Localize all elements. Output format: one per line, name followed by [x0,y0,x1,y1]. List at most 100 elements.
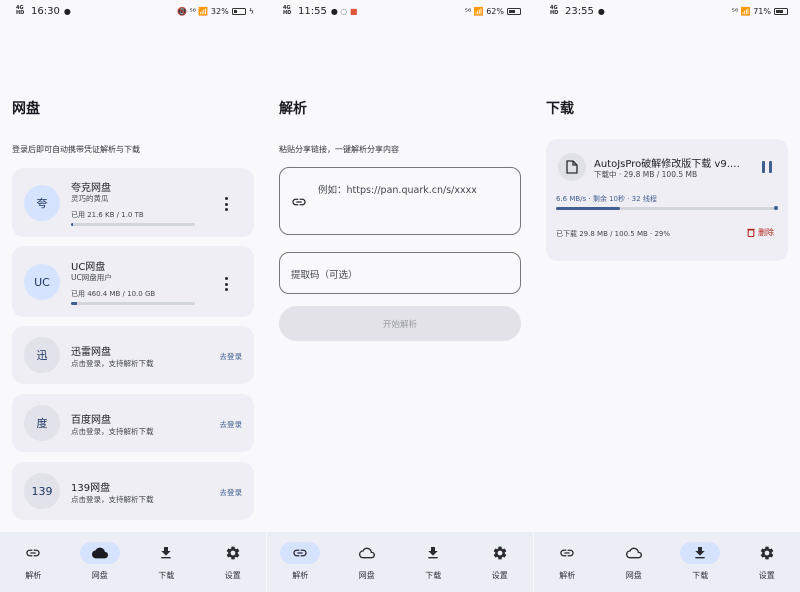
download-file-name: AutoJsPro破解修改版下载 v9.3.11 [594,159,746,170]
drive-card-baidu[interactable]: 度 百度网盘 点击登录，支持解析下载 去登录 [12,394,254,452]
cloud-icon [614,542,654,564]
drive-card-quark[interactable]: 夸 夸克网盘 灵巧的黄瓜 已用 21.6 KB / 1.0 TB [12,168,254,237]
nav-label: 解析 [292,571,309,580]
nav-label: 网盘 [358,571,375,580]
cloud-icon [347,542,387,564]
nav-item-link[interactable]: 解析 [534,532,601,592]
download-stats: 6.6 MB/s · 剩余 10秒 · 32 线程 [556,195,657,203]
cloud-icon [79,542,120,564]
page-title: 网盘 [12,101,40,117]
nav-item-download[interactable]: 下载 [133,532,200,592]
battery-icon [774,7,788,15]
drive-hint: 点击登录，支持解析下载 [71,427,154,436]
avatar: UC [24,264,60,300]
download-summary: 已下载 29.8 MB / 100.5 MB · 29% [556,230,671,238]
usage-bar [71,302,195,305]
network-indicator: 4G HD [16,5,25,16]
status-right: 📵 ⁵⁶ 📶 32% ϟ [177,7,254,16]
trash-icon [747,228,755,237]
nav-item-link[interactable]: 解析 [0,532,67,592]
drive-name: UC网盘 [71,262,106,273]
share-link-input[interactable]: 例如：https://pan.quark.cn/s/xxxx [279,167,521,235]
status-signal-text: 📵 ⁵⁶ 📶 32% [176,6,229,16]
battery-icon [507,7,521,15]
nav-label: 下载 [158,571,175,580]
drive-account: 灵巧的黄瓜 [71,194,109,203]
nav-label: 下载 [692,571,709,580]
more-options-icon[interactable] [222,276,230,292]
status-time: 11:55 [298,5,327,17]
drive-card-139[interactable]: 139 139网盘 点击登录，支持解析下载 去登录 [12,462,254,520]
link-icon [292,198,306,206]
notification-icon: ● [63,6,71,16]
gear-icon [480,542,520,564]
extract-code-placeholder: 提取码（可选） [291,270,358,281]
nav-label: 解析 [25,571,42,580]
nav-item-gear[interactable]: 设置 [200,532,267,592]
download-icon [146,542,186,564]
delete-label: 删除 [758,228,774,237]
gear-icon [747,542,787,564]
login-link[interactable]: 去登录 [220,487,243,498]
drive-name: 139网盘 [71,483,111,494]
nav-item-cloud[interactable]: 网盘 [601,532,668,592]
drive-screen: 4G HD 16:30 ● 📵 ⁵⁶ 📶 32% ϟ 网盘 登录后即可自动携带凭证… [0,0,266,592]
notification-icon: ● [597,6,605,16]
page-title: 解析 [279,101,307,117]
bottom-nav: 解析 网盘 下载 设置 [0,532,266,592]
drive-name: 百度网盘 [71,415,111,426]
extract-code-input[interactable]: 提取码（可选） [279,252,521,294]
login-link[interactable]: 去登录 [220,419,243,430]
bottom-nav: 解析 网盘 下载 设置 [534,532,800,592]
nav-label: 下载 [425,571,442,580]
nav-item-gear[interactable]: 设置 [734,532,800,592]
nav-item-download[interactable]: 下载 [667,532,734,592]
status-bar: 4G HD 23:55 ● ⁵⁶ 📶 71% [534,0,800,22]
drive-card-uc[interactable]: UC UC网盘 UC网盘用户 已用 460.4 MB / 10.0 GB [12,246,254,317]
gear-icon [213,542,253,564]
download-icon [413,542,453,564]
nav-label: 解析 [559,571,576,580]
start-parse-button[interactable]: 开始解析 [279,306,521,341]
login-link[interactable]: 去登录 [220,351,243,362]
charging-icon: ϟ [248,6,254,16]
nav-label: 设置 [758,571,775,580]
pause-icon[interactable] [762,161,772,173]
notification-icon: ● ◌ ■ [330,6,358,16]
nav-item-cloud[interactable]: 网盘 [67,532,134,592]
status-signal-text: ⁵⁶ 📶 71% [731,6,771,16]
drive-name: 夸克网盘 [71,183,111,194]
nav-label: 网盘 [625,571,642,580]
status-signal-text: ⁵⁶ 📶 62% [464,6,504,16]
bottom-nav: 解析 网盘 下载 设置 [267,532,533,592]
download-task-card[interactable]: AutoJsPro破解修改版下载 v9.3.11 下载中 · 29.8 MB /… [546,139,788,261]
drive-card-xunlei[interactable]: 迅 迅雷网盘 点击登录，支持解析下载 去登录 [12,326,254,384]
status-bar: 4G HD 11:55 ● ◌ ■ ⁵⁶ 📶 62% [267,0,533,22]
status-right: ⁵⁶ 📶 71% [732,7,788,16]
more-options-icon[interactable] [222,196,230,212]
download-icon [680,542,721,564]
avatar: 迅 [24,337,60,373]
avatar: 夸 [24,185,60,221]
status-time: 23:55 [565,5,594,17]
nav-item-link[interactable]: 解析 [267,532,334,592]
share-link-placeholder: 例如：https://pan.quark.cn/s/xxxx [318,185,477,196]
drive-hint: 点击登录，支持解析下载 [71,359,154,368]
usage-bar [71,223,195,226]
delete-button[interactable]: 删除 [747,227,774,238]
download-progress-bar [556,207,778,210]
drive-name: 迅雷网盘 [71,347,111,358]
progress-end-dot [774,206,778,210]
link-icon [13,542,53,564]
nav-label: 设置 [491,571,508,580]
page-title: 下载 [546,101,574,117]
drive-usage: 已用 460.4 MB / 10.0 GB [71,290,156,298]
download-screen: 4G HD 23:55 ● ⁵⁶ 📶 71% 下载 AutoJsPro破解修改版下… [534,0,800,592]
document-icon [566,160,578,174]
download-status: 下载中 · 29.8 MB / 100.5 MB [594,170,698,179]
nav-item-cloud[interactable]: 网盘 [334,532,401,592]
page-subtitle: 粘贴分享链接，一键解析分享内容 [279,145,399,154]
parse-screen: 4G HD 11:55 ● ◌ ■ ⁵⁶ 📶 62% 解析 粘贴分享链接，一键解析… [267,0,533,592]
nav-item-gear[interactable]: 设置 [467,532,534,592]
nav-item-download[interactable]: 下载 [400,532,467,592]
